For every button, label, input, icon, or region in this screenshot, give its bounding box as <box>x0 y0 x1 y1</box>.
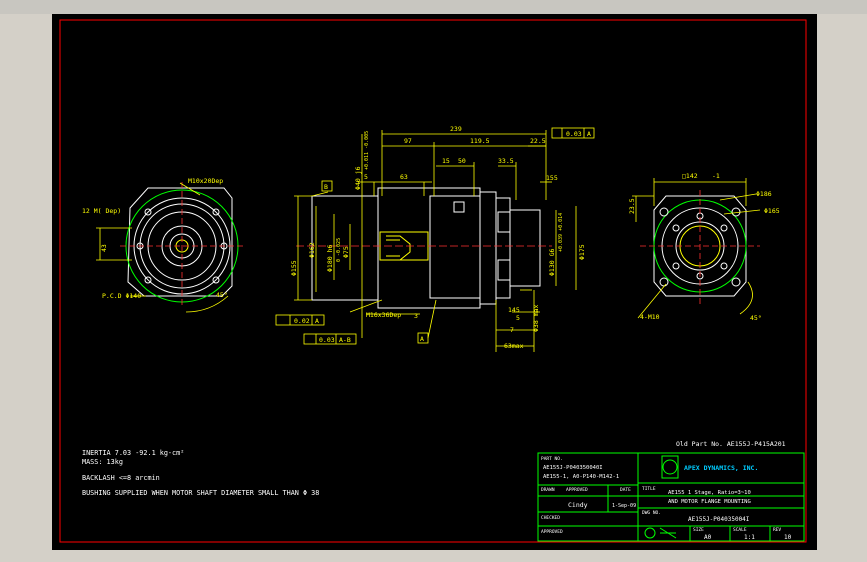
dim-119-5: 119.5 <box>470 137 490 145</box>
dim-145: 145 <box>508 306 520 314</box>
dim-phi-75: Φ75 <box>342 246 350 258</box>
tb-part-no-2: AE155-1, A0-P140-M142-1 <box>543 474 619 480</box>
tb-drawn-label: DRAWN <box>541 487 555 493</box>
tb-approved2-label: APPROVED <box>541 529 563 535</box>
tap-note: M16x36Dep <box>366 311 401 319</box>
dim-shaft-fit: Φ40 j6 <box>354 166 362 190</box>
tb-company: APEX DYNAMICS, INC. <box>684 464 758 472</box>
tb-drawn-by: Cindy <box>568 501 588 509</box>
gdt-conc-ref: A-B <box>339 336 351 344</box>
label-45-right: 45° <box>750 314 762 322</box>
label-4-m10: 4-M10 <box>640 313 660 321</box>
dim-63max: 63max <box>504 342 524 350</box>
dim-22-5: 22.5 <box>530 137 546 145</box>
tb-rev-label: REV <box>773 527 781 533</box>
dim-bore-fit: Φ180 h6 <box>326 245 334 272</box>
tb-date-label: DATE <box>620 487 631 493</box>
dim-5: 5 <box>364 173 368 181</box>
dim-97: 97 <box>404 137 412 145</box>
dim-33-5: 33.5 <box>498 157 514 165</box>
tb-approved-label: APPROVED <box>566 487 588 493</box>
dim-3: 3 <box>414 312 418 320</box>
tb-title-label: TITLE <box>642 486 656 492</box>
dim-phi-175: Φ175 <box>578 244 586 260</box>
old-part-no: Old Part No. AE155J-P415A201 <box>676 440 786 448</box>
dim-7: 7 <box>510 326 514 334</box>
dim-phi-130: Φ130 G6 <box>548 249 556 276</box>
tb-dwg-no: AE155J-P04035004I <box>688 516 750 523</box>
note-bushing: BUSHING SUPPLIED WHEN MOTOR SHAFT DIAMET… <box>82 489 319 497</box>
dim-239: 239 <box>450 125 462 133</box>
gdt-flat-ref: A <box>315 317 319 325</box>
dim-43: 43 <box>100 244 108 252</box>
tb-checked-label: CHECKED <box>541 515 560 521</box>
tb-scale: 1:1 <box>744 534 755 541</box>
tb-part-no-1: AE155J-P040350040I <box>543 465 603 471</box>
label-12m: 12 M( Dep) <box>82 207 121 215</box>
dim-shaft-tol: +0.011 -0.005 <box>364 131 370 170</box>
gdt-conc-value: 0.03 <box>319 336 335 344</box>
tb-title-1: AE155 1 Stage, Ratio=3~10 <box>668 490 751 496</box>
dim-phi-38max: Φ38 max <box>532 305 540 332</box>
gdt-top-value: 0.03 <box>566 130 582 138</box>
tb-rev: 10 <box>784 534 792 541</box>
tb-scale-label: SCALE <box>733 527 747 533</box>
dim-phi-130-tol: +0.039 +0.014 <box>558 213 564 252</box>
tb-dwg-label: DWG NO. <box>642 510 661 516</box>
label-45-left: 45° <box>216 291 228 299</box>
gdt-flat-value: 0.02 <box>294 317 310 325</box>
tb-title-2: AND MOTOR FLANGE MOUNTING <box>668 499 751 505</box>
tb-size: A0 <box>704 534 712 541</box>
label-flange-142: □142 <box>682 172 698 180</box>
tb-date: 1-Sep-09 <box>612 503 636 509</box>
dim-23-5: 23.5 <box>628 198 636 214</box>
dim-phi-162: Φ162 <box>308 242 316 258</box>
tb-size-label: SIZE <box>693 527 704 533</box>
datum-b: B <box>324 183 328 191</box>
note-mass: MASS: 13kg <box>82 458 123 466</box>
datum-a: A <box>420 335 424 343</box>
label-pcd-140: P.C.D Φ140 <box>102 292 141 300</box>
gdt-top-ref: A <box>587 130 591 138</box>
label-pcd-165: Φ165 <box>764 207 780 215</box>
label-flange-tol: -1 <box>712 172 720 180</box>
dim-right-5: 5 <box>516 314 520 322</box>
label-pcd-186: Φ186 <box>756 190 772 198</box>
dim-155: 155 <box>546 174 558 182</box>
dim-phi-155: Φ155 <box>290 260 298 276</box>
dim-63: 63 <box>400 173 408 181</box>
label-m10-dep: M10x20Dep <box>188 177 223 185</box>
annotation-layer: 239 97 119.5 22.5 15 50 33.5 5 63 155 Φ4… <box>82 125 792 541</box>
note-inertia: INERTIA 7.03 -92.1 kg-cm² <box>82 449 184 457</box>
dim-15: 15 <box>442 157 450 165</box>
dim-50: 50 <box>458 157 466 165</box>
tb-part-no-label: PART NO. <box>541 456 563 462</box>
note-backlash: BACKLASH <=8 arcmin <box>82 474 160 482</box>
